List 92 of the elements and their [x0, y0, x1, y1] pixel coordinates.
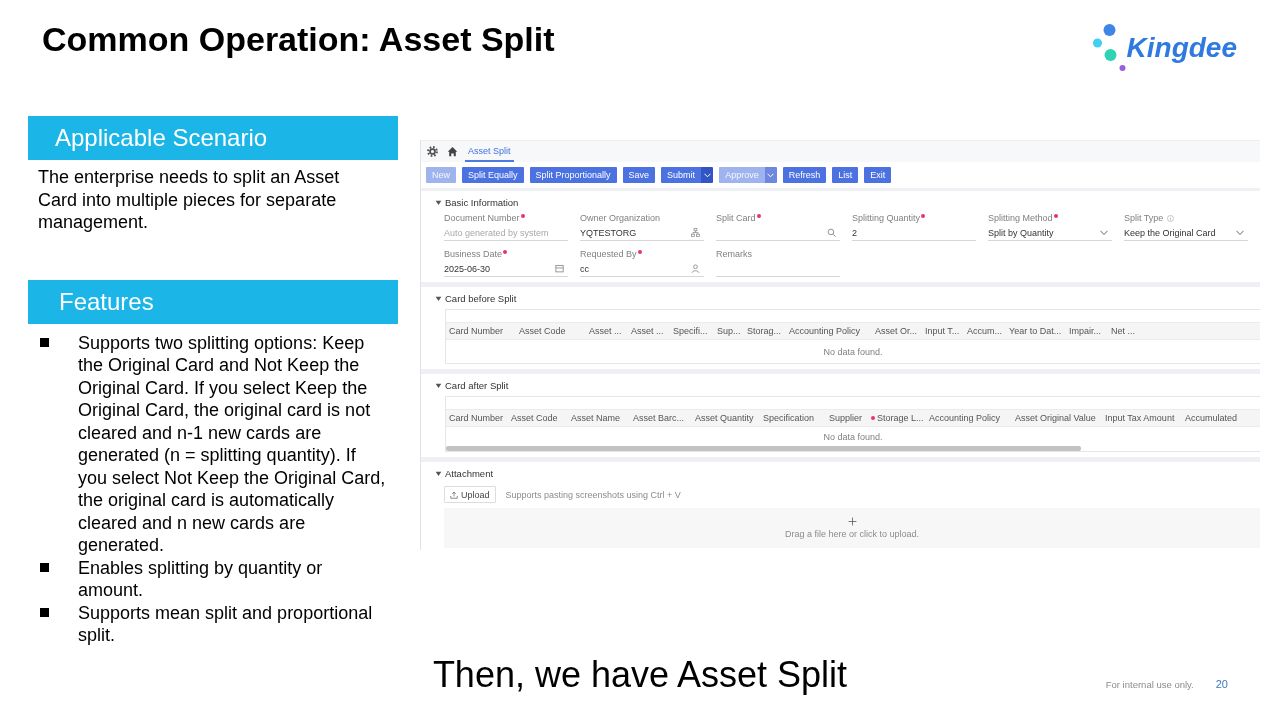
slide-title: Common Operation: Asset Split — [42, 22, 555, 56]
column-header: Input T... — [925, 326, 960, 336]
field-label: Split Card — [716, 213, 756, 224]
gear-icon[interactable] — [427, 146, 438, 157]
toolbar-button[interactable]: Submit — [661, 167, 702, 183]
toolbar-button[interactable]: Save — [622, 167, 656, 183]
chevron-down-icon — [1236, 229, 1244, 236]
column-header: Card Number — [449, 413, 504, 423]
chevron-down-icon — [1100, 229, 1108, 236]
field-label: Business Date — [444, 249, 503, 260]
chevron-down-icon — [767, 172, 775, 178]
person-icon[interactable] — [691, 264, 700, 273]
column-header: Asset Original Value — [1015, 413, 1096, 423]
column-header: Asset Code — [511, 413, 558, 423]
column-header: Storag... — [747, 326, 782, 336]
column-header: Impair... — [1069, 326, 1101, 336]
slide-caption: Then, we have Asset Split — [432, 657, 848, 693]
toolbar-button[interactable]: Exit — [864, 167, 892, 183]
column-header: Input Tax Amount — [1105, 413, 1175, 423]
feature-text: Supports mean split and proportional split. — [78, 601, 374, 647]
column-header: Asset ... — [589, 326, 622, 336]
column-header: Supplier — [829, 413, 863, 423]
section-title: Basic Information — [445, 196, 519, 208]
input-field[interactable]: Auto generated by system — [444, 225, 568, 241]
dropdown-button[interactable] — [701, 167, 714, 183]
column-header: Net ... — [1111, 326, 1135, 336]
input-field[interactable]: 2 — [852, 225, 976, 241]
dropdown-field[interactable]: Split by Quantity — [988, 225, 1112, 241]
feature-text: Supports two splitting options: Keep the Original Card and Not Keep the Original Card. If you select Keep the Original Card, the original card is not cleared and n-1 new cards are generated (n = splitting quantity). If you select Not Keep the Original Card, the original card is automatically cleared and n new cards are generated. — [78, 331, 387, 557]
caret-down-icon[interactable] — [435, 381, 442, 389]
column-header: Asset ... — [631, 326, 664, 336]
bullet-icon — [40, 607, 49, 617]
column-header: Year to Dat... — [1009, 326, 1062, 336]
column-header: Accumulated — [1185, 413, 1238, 423]
empty-state-text: No data found. — [823, 431, 883, 442]
footer-note: For internal use only. — [1105, 679, 1194, 690]
column-header: Asset Barc... — [633, 413, 685, 423]
column-header: Asset Or... — [875, 326, 917, 336]
drop-zone[interactable]: Drag a file here or click to upload. — [444, 508, 1260, 548]
dropdown-field[interactable]: Keep the Original Card — [1124, 225, 1248, 241]
org-chart-icon[interactable] — [691, 228, 700, 237]
scrollbar[interactable] — [446, 446, 1081, 451]
logo-icon — [1092, 24, 1126, 71]
section-heading: Features — [28, 279, 398, 324]
toolbar-button[interactable]: Split Equally — [462, 167, 524, 183]
page-number: 20 — [1215, 678, 1228, 690]
field-label: Split Type — [1124, 213, 1164, 224]
column-header: Accum... — [967, 326, 1002, 336]
field-label: Splitting Method — [988, 213, 1053, 224]
empty-state-text: No data found. — [823, 346, 883, 357]
home-icon[interactable] — [447, 146, 458, 157]
column-header: Sup... — [717, 326, 741, 336]
drop-zone-text: Drag a file here or click to upload. — [784, 529, 920, 539]
toolbar-button[interactable]: Split Proportionally — [529, 167, 617, 183]
chevron-down-icon — [703, 172, 711, 178]
column-header: Storage L... — [877, 413, 924, 423]
column-header: Asset Quantity — [695, 413, 754, 423]
calendar-icon[interactable] — [555, 264, 564, 273]
bullet-icon — [40, 337, 49, 347]
caret-down-icon[interactable] — [435, 469, 442, 477]
section-title: Card before Split — [445, 292, 517, 304]
field-label: Document Number — [444, 213, 520, 224]
column-header: Asset Name — [571, 413, 621, 423]
input-field[interactable]: cc — [580, 261, 704, 277]
scenario-text: The enterprise needs to split an Asset Card into multiple pieces for separate management. — [38, 166, 341, 234]
upload-icon — [450, 490, 458, 499]
field-label: Splitting Quantity — [852, 213, 921, 224]
column-header: Accounting Policy — [929, 413, 1001, 423]
field-label: Owner Organization — [580, 213, 661, 224]
date-field[interactable]: 2025-06-30 — [444, 261, 568, 277]
caret-down-icon[interactable] — [435, 294, 442, 302]
toolbar-button[interactable]: Refresh — [782, 167, 827, 183]
column-header: Specifi... — [673, 326, 708, 336]
toolbar-button[interactable]: List — [832, 167, 859, 183]
column-header: Asset Code — [519, 326, 566, 336]
section-heading: Applicable Scenario — [28, 116, 398, 160]
hint-text: Supports pasting screenshots using Ctrl + V — [505, 489, 681, 500]
section-title: Attachment — [445, 467, 494, 479]
upload-button[interactable]: Upload — [444, 486, 496, 503]
search-icon[interactable] — [827, 228, 836, 237]
input-field[interactable]: YQTESTORG — [580, 225, 704, 241]
column-header: Card Number — [449, 326, 504, 336]
field-label: Remarks — [716, 249, 752, 260]
column-header: Specification — [763, 413, 815, 423]
caret-down-icon[interactable] — [435, 198, 442, 206]
feature-text: Enables splitting by quantity or amount. — [78, 556, 324, 602]
plus-icon — [847, 517, 857, 526]
column-header: Accounting Policy — [789, 326, 861, 336]
bullet-icon — [40, 562, 49, 572]
field-label: Requested By — [580, 249, 637, 260]
logo-wordmark: Kingdee — [1126, 32, 1237, 63]
section-title: Card after Split — [445, 379, 509, 391]
